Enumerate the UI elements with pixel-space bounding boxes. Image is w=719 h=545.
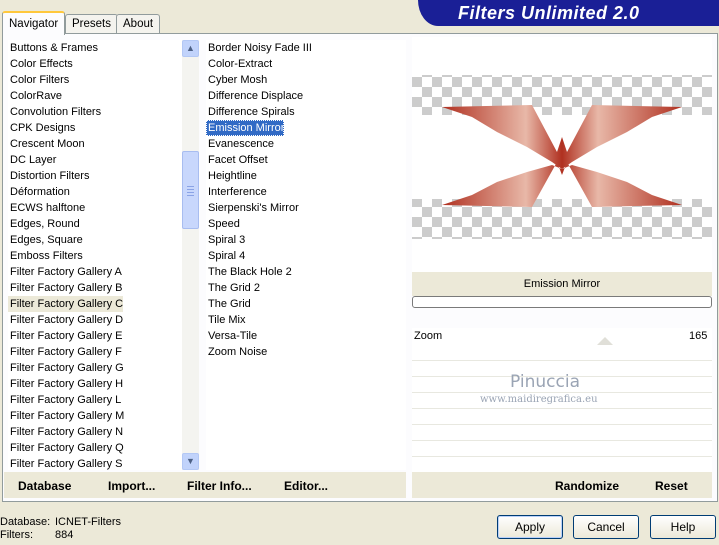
category-list[interactable]: Buttons & Frames Color Effects Color Filte… <box>8 40 182 470</box>
category-item[interactable]: Crescent Moon <box>8 136 85 152</box>
param-slot <box>412 345 712 361</box>
status-filters-value: 884 <box>55 529 74 541</box>
category-item[interactable]: Filter Factory Gallery G <box>8 360 124 376</box>
editor-button[interactable]: Editor... <box>284 479 328 493</box>
category-item[interactable]: Filter Factory Gallery B <box>8 280 122 296</box>
filter-item[interactable]: Heightline <box>206 168 257 184</box>
param-slot <box>412 425 712 441</box>
category-item[interactable]: Filter Factory Gallery Q <box>8 440 124 456</box>
cancel-button[interactable]: Cancel <box>573 515 639 539</box>
filter-item[interactable]: Versa-Tile <box>206 328 257 344</box>
status-database-label: Database: <box>0 516 51 528</box>
grip-line <box>187 195 194 196</box>
import-button[interactable]: Import... <box>108 479 155 493</box>
category-item[interactable]: Edges, Square <box>8 232 83 248</box>
category-item[interactable]: Filter Factory Gallery F <box>8 344 122 360</box>
filter-item[interactable]: Color-Extract <box>206 56 272 72</box>
reset-button[interactable]: Reset <box>655 479 688 493</box>
filter-item[interactable]: Border Noisy Fade III <box>206 40 312 56</box>
chevron-down-icon: ▼ <box>186 456 195 466</box>
param-slot <box>412 457 712 473</box>
category-item[interactable]: Buttons & Frames <box>8 40 98 56</box>
preview-canvas <box>412 75 712 239</box>
watermark-url: www.maidiregrafica.eu <box>480 394 598 405</box>
category-item[interactable]: Filter Factory Gallery S <box>8 456 122 470</box>
preview-image <box>412 37 712 272</box>
filter-item[interactable]: Zoom Noise <box>206 344 267 360</box>
tab-navigator[interactable]: Navigator <box>2 11 66 35</box>
category-item[interactable]: Convolution Filters <box>8 104 101 120</box>
database-button[interactable]: Database <box>18 479 71 493</box>
filter-list[interactable]: Border Noisy Fade III Color-Extract Cyber … <box>206 40 406 470</box>
param-zoom-label: Zoom <box>414 330 443 342</box>
grip-line <box>187 186 194 187</box>
filter-item[interactable]: Tile Mix <box>206 312 245 328</box>
tab-presets[interactable]: Presets <box>65 14 118 33</box>
category-item[interactable]: DC Layer <box>8 152 56 168</box>
category-item[interactable]: ColorRave <box>8 88 62 104</box>
filter-item[interactable]: Emission Mirror <box>206 120 285 136</box>
category-item[interactable]: Filter Factory Gallery A <box>8 264 122 280</box>
category-item[interactable]: Filter Factory Gallery M <box>8 408 124 424</box>
tab-about[interactable]: About <box>116 14 161 33</box>
category-item[interactable]: Color Effects <box>8 56 73 72</box>
param-slot <box>412 441 712 457</box>
category-item[interactable]: Déformation <box>8 184 70 200</box>
filter-item[interactable]: Facet Offset <box>206 152 268 168</box>
app-header: Filters Unlimited 2.0 <box>418 0 719 26</box>
filter-item[interactable]: Speed <box>206 216 240 232</box>
filter-item[interactable]: Sierpenski's Mirror <box>206 200 299 216</box>
apply-button[interactable]: Apply <box>497 515 563 539</box>
scroll-up-button[interactable]: ▲ <box>182 40 199 57</box>
filter-item[interactable]: Spiral 3 <box>206 232 245 248</box>
zoom-slider-thumb[interactable] <box>597 337 613 345</box>
progress-bar <box>412 296 712 308</box>
scroll-thumb[interactable] <box>182 151 199 229</box>
grip-line <box>187 192 194 193</box>
filter-item[interactable]: The Grid 2 <box>206 280 260 296</box>
category-item[interactable]: CPK Designs <box>8 120 75 136</box>
filter-item[interactable]: The Grid <box>206 296 251 312</box>
param-zoom-value: 165 <box>689 330 708 342</box>
param-slot <box>412 409 712 425</box>
filter-item[interactable]: Difference Spirals <box>206 104 295 120</box>
category-item[interactable]: Edges, Round <box>8 216 80 232</box>
status-filters-label: Filters: <box>0 529 33 541</box>
preview-filter-name: Emission Mirror <box>412 272 712 296</box>
category-item[interactable]: Filter Factory Gallery N <box>8 424 123 440</box>
category-item[interactable]: Filter Factory Gallery L <box>8 392 121 408</box>
filter-item[interactable]: Difference Displace <box>206 88 303 104</box>
randomize-button[interactable]: Randomize <box>555 479 619 493</box>
category-item[interactable]: Emboss Filters <box>8 248 83 264</box>
category-scrollbar[interactable]: ▲ ▼ <box>182 40 199 470</box>
status-database-value: ICNET-Filters <box>55 516 121 528</box>
category-item[interactable]: Filter Factory Gallery H <box>8 376 123 392</box>
grip-line <box>187 189 194 190</box>
category-item[interactable]: Filter Factory Gallery E <box>8 328 122 344</box>
watermark-name: Pinuccia <box>510 372 580 392</box>
category-item[interactable]: ECWS halftone <box>8 200 85 216</box>
filter-item[interactable]: Evanescence <box>206 136 274 152</box>
filter-item[interactable]: Interference <box>206 184 267 200</box>
chevron-up-icon: ▲ <box>186 43 195 53</box>
filter-info-button[interactable]: Filter Info... <box>187 479 252 493</box>
filter-item[interactable]: Cyber Mosh <box>206 72 267 88</box>
category-item[interactable]: Color Filters <box>8 72 69 88</box>
category-item[interactable]: Filter Factory Gallery C <box>8 296 124 312</box>
filter-item[interactable]: The Black Hole 2 <box>206 264 292 280</box>
filter-item[interactable]: Spiral 4 <box>206 248 245 264</box>
app-title: Filters Unlimited 2.0 <box>458 3 640 23</box>
scroll-down-button[interactable]: ▼ <box>182 453 199 470</box>
help-button[interactable]: Help <box>650 515 716 539</box>
category-item[interactable]: Distortion Filters <box>8 168 89 184</box>
category-item[interactable]: Filter Factory Gallery D <box>8 312 123 328</box>
